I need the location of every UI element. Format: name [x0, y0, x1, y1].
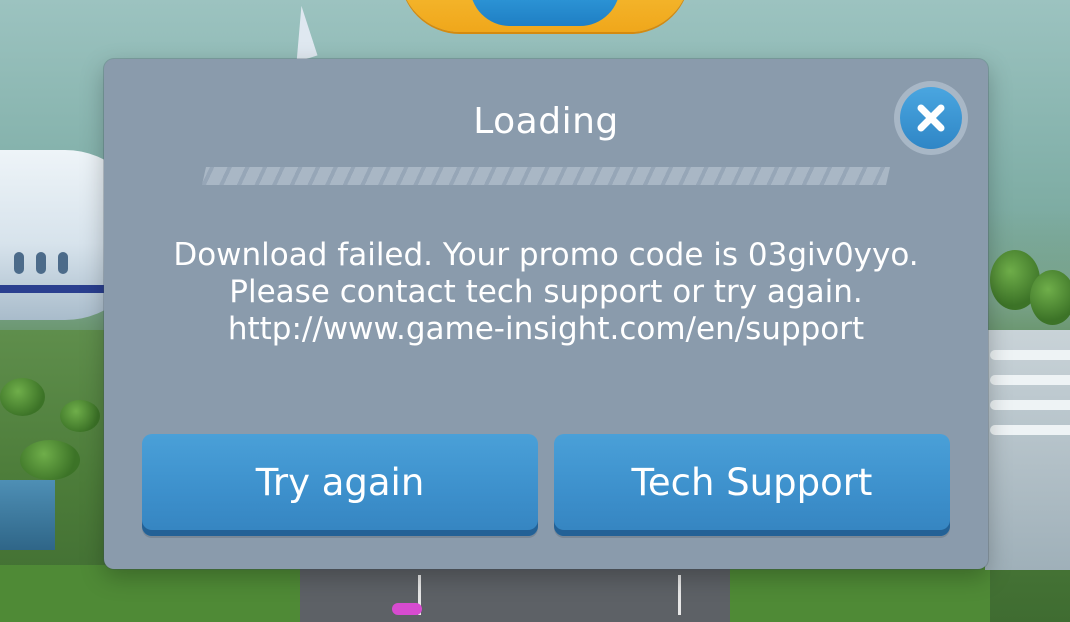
tree [20, 440, 80, 480]
runway-marking [678, 575, 681, 615]
terminal-roof [990, 375, 1070, 385]
tech-support-button[interactable]: Tech Support [554, 434, 950, 536]
hangar [0, 480, 55, 550]
loading-dialog: Loading Download failed. Your promo code… [104, 59, 988, 569]
error-message: Download failed. Your promo code is 03gi… [104, 237, 988, 348]
loading-progress-bar [202, 167, 890, 185]
grass-area [730, 565, 990, 622]
tree [60, 400, 100, 432]
error-message-line: Download failed. Your promo code is 03gi… [173, 237, 919, 273]
close-button[interactable] [894, 81, 968, 155]
airplane-window [36, 252, 46, 274]
try-again-button[interactable]: Try again [142, 434, 538, 536]
dialog-title: Loading [473, 101, 619, 142]
terminal-roof [990, 425, 1070, 435]
grass-area [0, 565, 300, 622]
tree [1030, 270, 1070, 325]
terminal-roof [990, 400, 1070, 410]
close-icon [900, 87, 962, 149]
error-message-line: Please contact tech support or try again… [229, 274, 863, 310]
tree [0, 378, 45, 416]
support-url: http://www.game-insight.com/en/support [227, 311, 865, 347]
terminal-building [985, 330, 1070, 570]
runway [300, 560, 730, 622]
small-airplane [392, 603, 422, 615]
airplane-window [58, 252, 68, 274]
terminal-roof [990, 350, 1070, 360]
airplane-window [14, 252, 24, 274]
